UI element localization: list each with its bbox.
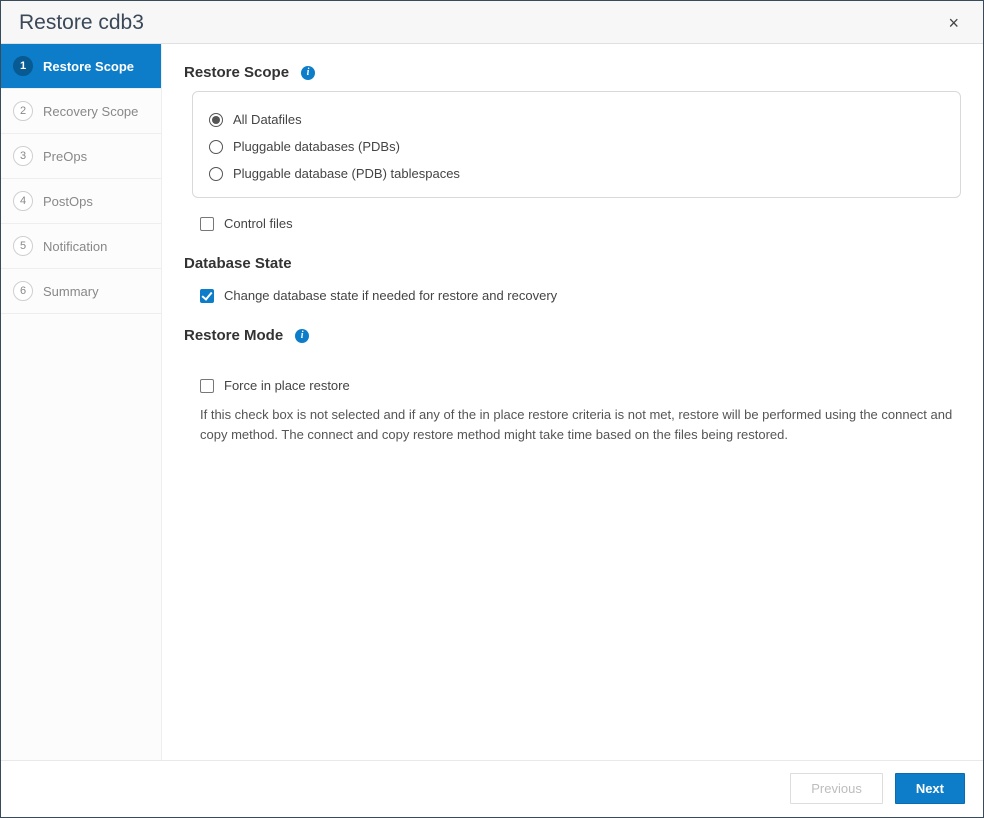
sidebar-item-recovery-scope[interactable]: 2 Recovery Scope [1,89,161,134]
checkbox-control-files[interactable]: Control files [200,210,961,237]
section-title-text: Database State [184,255,292,272]
dialog-title: Restore cdb3 [19,11,144,35]
step-number: 3 [13,146,33,166]
checkbox-change-db-state[interactable]: Change database state if needed for rest… [200,282,961,309]
checkbox-label: Control files [224,216,293,231]
dialog-footer: Previous Next [1,760,983,815]
sidebar-item-preops[interactable]: 3 PreOps [1,134,161,179]
step-label: PreOps [43,149,87,164]
step-number: 1 [13,56,33,76]
section-restore-mode-title: Restore Mode i [184,327,961,344]
section-restore-mode: Restore Mode i Force in place restore If… [184,327,961,444]
radio-icon [209,167,223,181]
step-number: 4 [13,191,33,211]
checkbox-label: Change database state if needed for rest… [224,288,557,303]
wizard-sidebar: 1 Restore Scope 2 Recovery Scope 3 PreOp… [1,44,162,760]
radio-pdbs[interactable]: Pluggable databases (PDBs) [209,133,944,160]
section-database-state-title: Database State [184,255,961,272]
dialog-header: Restore cdb3 × [1,1,983,44]
radio-icon [209,113,223,127]
close-icon[interactable]: × [942,13,965,34]
radio-all-datafiles[interactable]: All Datafiles [209,106,944,133]
step-label: Restore Scope [43,59,134,74]
checkbox-label: Force in place restore [224,378,350,393]
sidebar-item-summary[interactable]: 6 Summary [1,269,161,314]
step-label: Summary [43,284,99,299]
section-title-text: Restore Mode [184,327,283,344]
checkbox-force-in-place[interactable]: Force in place restore [200,372,961,399]
restore-scope-radio-group: All Datafiles Pluggable databases (PDBs)… [192,91,961,198]
wizard-content: Restore Scope i All Datafiles Pluggable … [162,44,983,760]
step-label: Recovery Scope [43,104,138,119]
dialog-body: 1 Restore Scope 2 Recovery Scope 3 PreOp… [1,44,983,760]
section-database-state: Database State Change database state if … [184,255,961,309]
checkbox-icon [200,379,214,393]
step-number: 6 [13,281,33,301]
sidebar-item-notification[interactable]: 5 Notification [1,224,161,269]
section-title-text: Restore Scope [184,64,289,81]
section-restore-scope-title: Restore Scope i [184,64,961,81]
step-label: PostOps [43,194,93,209]
step-label: Notification [43,239,107,254]
checkbox-icon [200,217,214,231]
radio-pdb-tablespaces[interactable]: Pluggable database (PDB) tablespaces [209,160,944,187]
sidebar-item-restore-scope[interactable]: 1 Restore Scope [1,44,161,89]
restore-mode-help-text: If this check box is not selected and if… [200,405,961,444]
checkbox-icon [200,289,214,303]
info-icon[interactable]: i [301,66,315,80]
step-number: 5 [13,236,33,256]
previous-button: Previous [790,773,883,804]
radio-label: Pluggable database (PDB) tablespaces [233,166,460,181]
step-number: 2 [13,101,33,121]
sidebar-item-postops[interactable]: 4 PostOps [1,179,161,224]
info-icon[interactable]: i [295,329,309,343]
radio-icon [209,140,223,154]
next-button[interactable]: Next [895,773,965,804]
radio-label: All Datafiles [233,112,302,127]
radio-label: Pluggable databases (PDBs) [233,139,400,154]
